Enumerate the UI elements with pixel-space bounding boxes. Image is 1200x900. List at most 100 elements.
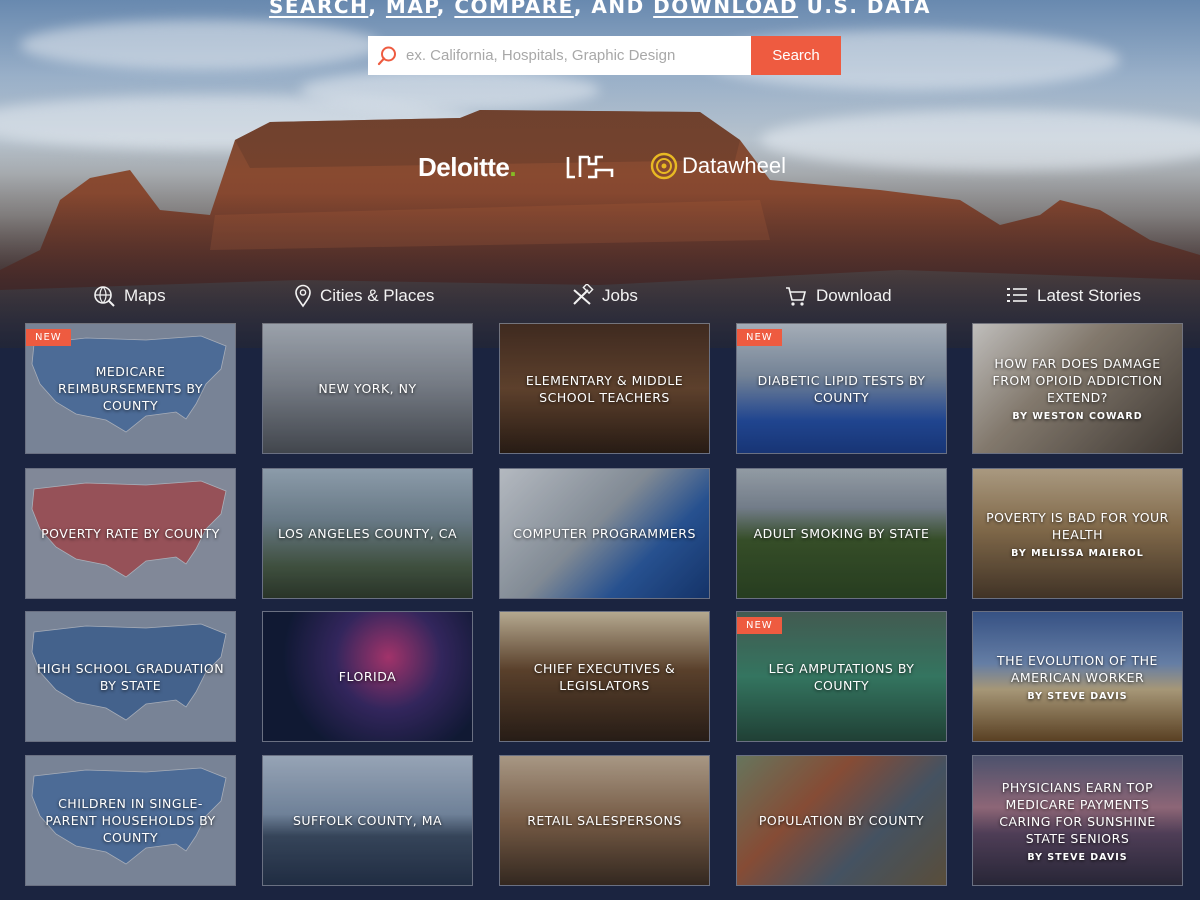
profile-tile[interactable]: Los Angeles County, CA [262,468,473,599]
profile-tile[interactable]: Retail Salespersons [499,755,710,886]
tagline-map-link[interactable]: MAP [386,0,437,18]
tile-byline: By Steve Davis [1027,690,1128,702]
tile-title: Adult Smoking by State [753,526,930,541]
datawheel-wordmark: Datawheel [682,153,786,178]
tagline-download-link[interactable]: DOWNLOAD [653,0,798,18]
tagline-compare-link[interactable]: COMPARE [454,0,573,18]
nav-item-download[interactable]: Download [784,284,892,308]
nav-item-cities-places[interactable]: Cities & Places [294,284,434,308]
tile-byline: By Steve Davis [1027,851,1128,863]
partner-logos: Deloitte. Datawheel [0,148,1200,188]
tile-title: Los Angeles County, CA [277,526,458,541]
tile-caption: High School Graduation by State [34,612,227,741]
datawheel-wheel-icon [650,152,678,180]
tile-caption: New York, NY [271,324,464,453]
tile-title: Leg Amputations by County [768,660,915,693]
list-icon [1007,288,1027,302]
tile-caption: Florida [271,612,464,741]
cart-icon [786,287,807,306]
tile-caption: Computer Programmers [508,469,701,598]
tile-title: Poverty Rate by County [41,526,220,541]
tile-caption: How Far Does Damage from Opioid Addictio… [981,324,1174,453]
profile-tile[interactable]: New York, NY [262,323,473,454]
profile-tile[interactable]: Poverty Rate by County [25,468,236,599]
profile-tile[interactable]: High School Graduation by State [25,611,236,742]
profile-tile[interactable]: NEW Diabetic Lipid Tests by County [736,323,947,454]
nav-label: Jobs [602,286,638,305]
globe-search-icon [94,286,115,307]
tile-caption: The Evolution of the American Worker By S… [981,612,1174,741]
category-nav: Maps Cities & Places Jobs Download Lates… [0,284,1200,308]
tagline-sep: , [368,0,386,18]
profile-tile[interactable]: Chief Executives & Legislators [499,611,710,742]
profile-tile[interactable]: Elementary & Middle School Teachers [499,323,710,454]
deloitte-wordmark: Deloitte [418,152,510,182]
tile-title: Retail Salespersons [527,813,682,828]
tile-caption: Poverty Rate by County [34,469,227,598]
profile-tile[interactable]: NEW Leg Amputations by County [736,611,947,742]
tile-title: High School Graduation by State [36,660,225,693]
tile-caption: Elementary & Middle School Teachers [508,324,701,453]
tile-title: Chief Executives & Legislators [533,660,676,693]
tile-caption: Children in Single-Parent Households by … [34,756,227,885]
nav-item-jobs[interactable]: Jobs [570,284,638,308]
tagline-suffix: U.S. DATA [798,0,932,18]
hero-tagline: SEARCH, MAP, COMPARE, AND DOWNLOAD U.S. … [0,0,1200,18]
nav-label: Download [816,286,892,305]
tile-caption: Los Angeles County, CA [271,469,464,598]
profile-tile[interactable]: Florida [262,611,473,742]
nav-label: Latest Stories [1037,286,1141,305]
tile-title: How Far Does Damage from Opioid Addictio… [992,356,1163,405]
tools-icon [573,284,594,305]
tagline-sep: , AND [573,0,654,18]
profile-tile[interactable]: NEW Medicare Reimbursements by County [25,323,236,454]
profile-tile[interactable]: Population by County [736,755,947,886]
tile-title: Florida [338,669,397,684]
tile-title: Poverty is Bad for Your Health [986,509,1169,542]
profile-tile[interactable]: Computer Programmers [499,468,710,599]
profile-tile[interactable]: How Far Does Damage from Opioid Addictio… [972,323,1183,454]
tile-caption: Adult Smoking by State [745,469,938,598]
tile-title: Medicare Reimbursements by County [58,364,203,413]
search-input[interactable] [404,46,748,65]
profile-tile[interactable]: Adult Smoking by State [736,468,947,599]
datawheel-logo: Datawheel [650,152,786,180]
tile-title: The Evolution of the American Worker [997,652,1158,685]
map-pin-icon [295,284,311,308]
profile-tile[interactable]: Suffolk County, MA [262,755,473,886]
profile-tile[interactable]: Children in Single-Parent Households by … [25,755,236,886]
nav-item-latest-stories[interactable]: Latest Stories [1005,284,1141,308]
search-bar: Search [368,36,841,75]
tile-title: Computer Programmers [513,526,696,541]
nav-label: Maps [124,286,166,305]
tile-caption: Physicians Earn Top Medicare Payments Ca… [981,756,1174,885]
profile-tile[interactable]: Physicians Earn Top Medicare Payments Ca… [972,755,1183,886]
search-button[interactable]: Search [751,36,841,75]
search-icon [377,46,396,65]
deloitte-logo: Deloitte. [418,152,517,183]
tile-byline: By Weston Coward [1012,411,1143,422]
nav-item-maps[interactable]: Maps [92,284,166,308]
tile-title: Physicians Earn Top Medicare Payments Ca… [999,779,1156,846]
tile-caption: Diabetic Lipid Tests by County [745,324,938,453]
tagline-sep: , [436,0,455,18]
tile-title: New York, NY [318,381,417,396]
profile-tile[interactable]: Poverty is Bad for Your Health By Melissa… [972,468,1183,599]
profile-tile[interactable]: The Evolution of the American Worker By S… [972,611,1183,742]
tile-caption: Retail Salespersons [508,756,701,885]
tile-byline: By Melissa Maierol [1011,547,1144,559]
tile-title: Children in Single-Parent Households by … [45,796,216,845]
tile-caption: Suffolk County, MA [271,756,464,885]
tile-caption: Chief Executives & Legislators [508,612,701,741]
tile-caption: Poverty is Bad for Your Health By Melissa… [981,469,1174,598]
tile-caption: Medicare Reimbursements by County [34,324,227,453]
nav-label: Cities & Places [320,286,435,305]
search-field[interactable] [368,36,751,75]
deloitte-dot: . [509,152,517,182]
tile-caption: Leg Amputations by County [745,612,938,741]
tile-title: Population by County [758,813,925,828]
tile-title: Elementary & Middle School Teachers [525,372,684,405]
tagline-search-link[interactable]: SEARCH [269,0,368,18]
tile-caption: Population by County [745,756,938,885]
tile-title: Suffolk County, MA [292,813,443,828]
